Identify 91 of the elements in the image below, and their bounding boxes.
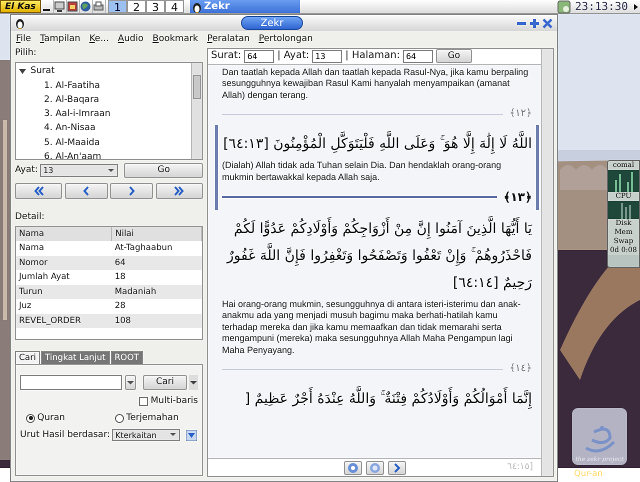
detail-label: Detail:	[15, 212, 46, 223]
close-icon[interactable]	[542, 18, 553, 28]
search-combo[interactable]	[20, 374, 136, 390]
tab[interactable]: Cari	[15, 350, 40, 364]
sort-label: Urut Hasil berdasar:	[20, 430, 110, 441]
penguin-icon	[192, 0, 202, 12]
tree-item[interactable]: 1. Al-Faatiha	[19, 78, 188, 93]
field-label: Surat:	[211, 50, 242, 62]
verse-reference: ٦٤:١٥]	[507, 462, 533, 473]
menu-item[interactable]: Peralatan	[207, 34, 250, 45]
start-button[interactable]: El Kas	[0, 0, 41, 13]
arabic-verse: إِنَّمَا أَمْوَالُكُمْ وَأَوْلَادُكُمْ فِتْنَةٌ ۚ وَاللَّهُ عِنْدَهُ أَجْرٌ عَظِيمٌ [	[222, 380, 532, 414]
table-cell: Nomor	[16, 256, 112, 270]
filter-icon[interactable]	[186, 430, 197, 441]
table-cell: Turun	[16, 284, 112, 300]
scrollbar[interactable]	[541, 48, 553, 476]
image-icon[interactable]	[66, 0, 80, 13]
scrollbar[interactable]	[191, 62, 202, 159]
stop-icon	[368, 462, 380, 474]
checkbox[interactable]	[139, 396, 148, 406]
go-button[interactable]: Go	[124, 162, 203, 178]
double-chevron-left-icon	[34, 186, 44, 196]
workspace-button[interactable]: 3	[146, 0, 166, 13]
table-cell: 64	[112, 256, 202, 270]
arabic-verse: اللَّهُ لَا إِلَٰهَ إِلَّا هُوَ ۚ وَعَلَى اللَّهِ فَلْيَتَوَكَّلِ الْمُؤْمِنُونَ [٦٤:١٣]	[222, 125, 532, 158]
table-cell: Madaniah	[112, 284, 202, 300]
chevron-right-icon	[128, 186, 135, 196]
radio-button[interactable]	[26, 414, 35, 423]
radio-button[interactable]	[115, 414, 124, 423]
table-cell: 108	[112, 314, 202, 328]
tree-item[interactable]: 4. An-Nisaa	[19, 121, 188, 136]
tree-item[interactable]: 5. Al-Maaida	[19, 136, 188, 150]
verse-number: ﴿١٢﴾	[509, 108, 532, 120]
menu-item[interactable]: Pertolongan	[258, 34, 313, 45]
tree-item[interactable]: 3. Aal-i-Imraan	[19, 107, 188, 122]
arabic-verse: يَا أَيُّهَا الَّذِينَ آمَنُوا إِنَّ مِنْ أَزْوَاجِكُمْ وَأَوْلَادِكُمْ عَدُوًّا لَكُمْ فَاحْذَرُوهُمْ ۚ وَإِنْ تَعْفُوا وَتَصْفَحُوا وَتَغْفِرُوا فَإِنَّ اللَّهَ غَفُورٌ رَحِيمٌ [٦٤:١٤]	[222, 210, 532, 297]
audio-button[interactable]	[344, 460, 362, 474]
nav-button[interactable]	[64, 182, 108, 199]
penguin-icon[interactable]	[15, 17, 25, 29]
field-label: | Halaman:	[345, 50, 400, 62]
menu-item[interactable]: Audio	[118, 34, 144, 45]
globe-icon[interactable]	[79, 0, 92, 13]
nav-button[interactable]	[110, 182, 154, 199]
nav-button[interactable]	[156, 182, 203, 199]
ayat-label: Ayat:	[15, 164, 38, 176]
number-field[interactable]: 64	[244, 50, 274, 63]
workspace-button[interactable]: 1	[108, 0, 128, 13]
printer-icon[interactable]	[92, 0, 106, 13]
verse-number: ﴿١٤﴾	[509, 363, 532, 376]
menu-item[interactable]: Ke...	[89, 34, 109, 45]
radio-label: Quran	[37, 412, 65, 424]
menu-item[interactable]: Bookmark	[152, 34, 198, 45]
double-chevron-right-icon	[174, 186, 184, 196]
tree-item[interactable]: 2. Al-Baqara	[19, 92, 188, 108]
ayat-select[interactable]: 13	[40, 164, 118, 177]
column-header[interactable]: Nama	[16, 226, 112, 242]
clock: 23:13:30	[574, 0, 629, 13]
monitor-icon[interactable]	[53, 0, 66, 13]
translation-text: (Dialah) Allah tidak ada Tuhan selain Dia. Dan hendaklah orang-orang mukmin bertawakkal kepada Allah saja.	[222, 159, 502, 184]
number-field[interactable]: 64	[402, 50, 433, 63]
tab[interactable]: ROOT	[110, 350, 143, 364]
maximize-icon[interactable]	[528, 18, 540, 28]
translation-text: Dan taatlah kepada Allah dan taatlah kepada Rasul-Nya, jika kamu berpaling sesungguhnya kewajiban Rasul Kami hanyalah menyampaikan (amanat Allah) dengan terang.	[222, 66, 530, 102]
verse-number: ﴿١٣﴾	[503, 190, 532, 205]
graph-drawing	[608, 201, 639, 219]
table-cell: REVEL_ORDER	[16, 314, 112, 328]
go-button[interactable]: Go	[436, 49, 472, 64]
menu-item[interactable]: Tampilan	[40, 34, 80, 45]
menu-item[interactable]: File	[16, 34, 32, 45]
tree-node[interactable]: Surat	[30, 66, 55, 77]
audio-button[interactable]	[388, 460, 406, 474]
chevron-left-icon	[83, 186, 90, 196]
number-field[interactable]: 13	[312, 50, 342, 63]
workspace-button[interactable]: 4	[165, 0, 184, 13]
window-title: Zekr	[241, 16, 303, 30]
column-header[interactable]: Nilai	[112, 226, 202, 242]
sort-select[interactable]: Kterkaitan	[112, 429, 180, 442]
tab[interactable]: Tingkat Lanjut	[41, 350, 110, 364]
translation-text: Hai orang-orang mukmin, sesungguhnya di antara isteri-isterimu dan anak-anakmu ada yang menjadi musuh bagimu maka berhati-hatilah kamu terhadap mereka dan jika kamu memaafkan dan tidak memarahi serta mengampuni (mereka) maka sesungguhnya Allah Maha Pengampun lagi Maha Penyayang.	[222, 298, 522, 357]
radio-label: Terjemahan	[126, 412, 179, 424]
nav-button[interactable]	[15, 182, 62, 199]
collapse-arrow-icon[interactable]	[19, 68, 26, 76]
field-label: | Ayat:	[277, 50, 310, 62]
workspace-button[interactable]: 2	[127, 0, 146, 13]
audio-button[interactable]	[366, 460, 384, 474]
network-icon[interactable]	[557, 0, 572, 14]
play-icon	[346, 462, 358, 474]
search-button[interactable]: Cari	[143, 374, 187, 390]
checkbox-label: Multi-baris	[150, 396, 198, 407]
pick-label: Pilih:	[15, 48, 38, 59]
graph-drawing	[608, 170, 639, 192]
